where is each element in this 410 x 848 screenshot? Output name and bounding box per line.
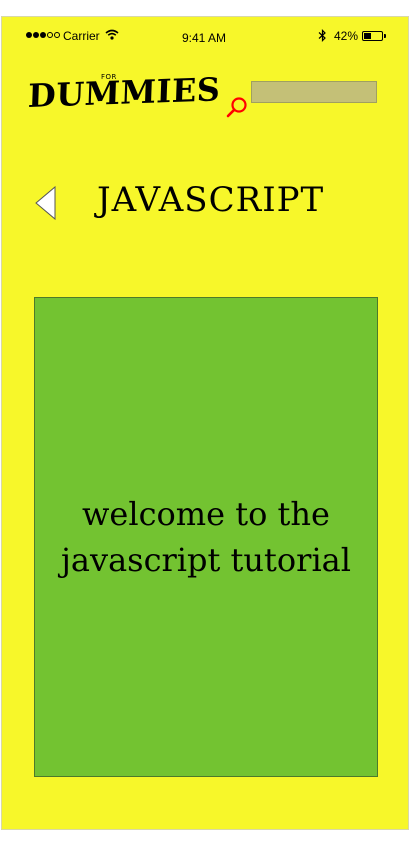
search-input[interactable]: [251, 81, 377, 103]
battery-icon: [362, 31, 383, 41]
back-button[interactable]: [33, 185, 59, 221]
battery-tip: [384, 34, 386, 38]
logo-main-text: DUMMIES: [27, 70, 222, 116]
battery-level-fill: [364, 33, 372, 39]
back-triangle-icon: [35, 185, 56, 221]
bluetooth-icon: [318, 29, 327, 45]
welcome-text: welcome to the javascript tutorial: [61, 494, 351, 579]
app-screen: Carrier 9:41 AM 42% FOR DUMMIES JAVASCRI…: [1, 16, 409, 830]
content-card: welcome to the javascript tutorial: [34, 297, 378, 777]
dummies-logo: FOR DUMMIES: [27, 70, 221, 133]
page-title: JAVASCRIPT: [97, 180, 325, 220]
search-icon[interactable]: [225, 96, 249, 120]
status-bar: Carrier 9:41 AM 42%: [2, 17, 408, 57]
battery-percent: 42%: [334, 29, 359, 43]
